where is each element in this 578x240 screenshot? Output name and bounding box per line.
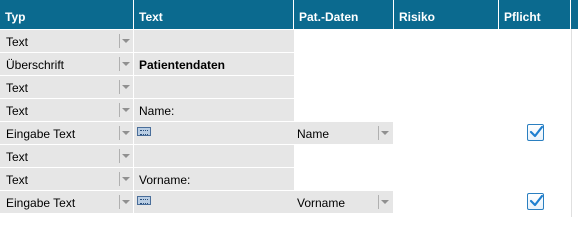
text-value: Vorname: xyxy=(139,173,191,187)
dropdown-separator xyxy=(119,80,120,94)
typ-dropdown[interactable]: Text xyxy=(0,30,133,52)
table-row[interactable]: Text xyxy=(0,30,578,52)
form-fields-grid: Typ Text Pat.-Daten Risiko Pflicht Text Ü… xyxy=(0,0,578,217)
typ-value: Text xyxy=(6,104,29,118)
text-value: Name: xyxy=(139,104,175,118)
dropdown-separator xyxy=(119,34,120,48)
typ-dropdown[interactable]: Eingabe Text xyxy=(0,122,133,144)
chevron-down-icon[interactable] xyxy=(122,108,130,112)
text-cell[interactable] xyxy=(134,191,294,213)
checkmark-icon xyxy=(529,125,544,138)
chevron-down-icon[interactable] xyxy=(122,154,130,158)
pflicht-checkbox[interactable] xyxy=(527,124,544,141)
keyboard-icon xyxy=(137,127,151,136)
chevron-down-icon[interactable] xyxy=(122,200,130,204)
column-header-text-label: Text xyxy=(139,10,163,24)
text-cell[interactable]: Name: xyxy=(134,99,294,121)
column-header-text[interactable]: Text xyxy=(134,0,294,29)
column-header-pat-daten-label: Pat.-Daten xyxy=(299,10,359,24)
dropdown-separator xyxy=(119,172,120,186)
typ-dropdown[interactable]: Eingabe Text xyxy=(0,191,133,213)
table-row[interactable]: Eingabe Text Name xyxy=(0,122,578,144)
text-cell[interactable] xyxy=(134,76,294,98)
chevron-down-icon[interactable] xyxy=(122,85,130,89)
column-header-pat-daten[interactable]: Pat.-Daten xyxy=(294,0,394,29)
column-header-typ-label: Typ xyxy=(5,10,26,24)
column-header-extra xyxy=(571,0,578,29)
typ-dropdown[interactable]: Text xyxy=(0,168,133,190)
checkmark-icon xyxy=(529,194,544,207)
typ-dropdown[interactable]: Text xyxy=(0,76,133,98)
keyboard-icon xyxy=(137,196,151,205)
typ-value: Text xyxy=(6,173,29,187)
text-cell[interactable] xyxy=(134,122,294,144)
column-header-risiko-label: Risiko xyxy=(399,10,436,24)
table-row[interactable]: Text Vorname: xyxy=(0,168,578,190)
text-cell[interactable] xyxy=(134,30,294,52)
dropdown-separator xyxy=(119,149,120,163)
table-row[interactable]: Überschrift Patientendaten xyxy=(0,53,578,75)
pat-daten-field[interactable]: Name xyxy=(294,122,393,144)
pat-daten-value: Vorname xyxy=(297,196,346,210)
pflicht-checkbox[interactable] xyxy=(527,193,544,210)
pat-daten-dropdown[interactable]: Vorname xyxy=(294,191,394,213)
text-cell[interactable]: Patientendaten xyxy=(134,53,294,75)
dropdown-separator xyxy=(378,126,379,140)
dropdown-separator xyxy=(378,195,379,209)
typ-value: Text xyxy=(6,35,29,49)
chevron-down-icon[interactable] xyxy=(381,131,389,135)
typ-dropdown[interactable]: Text xyxy=(0,99,133,121)
text-cell[interactable]: Vorname: xyxy=(134,168,294,190)
chevron-down-icon[interactable] xyxy=(122,131,130,135)
grid-header: Typ Text Pat.-Daten Risiko Pflicht xyxy=(0,0,578,29)
dropdown-separator xyxy=(119,57,120,71)
dropdown-separator xyxy=(119,126,120,140)
typ-value: Überschrift xyxy=(6,58,65,72)
typ-value: Eingabe Text xyxy=(6,127,76,141)
table-row[interactable]: Text xyxy=(0,76,578,98)
dropdown-separator xyxy=(119,103,120,117)
column-header-typ[interactable]: Typ xyxy=(0,0,134,29)
chevron-down-icon[interactable] xyxy=(381,200,389,204)
pat-daten-field[interactable]: Vorname xyxy=(294,191,393,213)
table-row[interactable]: Text Name: xyxy=(0,99,578,121)
column-header-pflicht-label: Pflicht xyxy=(504,10,541,24)
typ-value: Eingabe Text xyxy=(6,196,76,210)
typ-dropdown[interactable]: Text xyxy=(0,145,133,167)
text-value: Patientendaten xyxy=(139,58,226,72)
text-cell[interactable] xyxy=(134,145,294,167)
chevron-down-icon[interactable] xyxy=(122,177,130,181)
chevron-down-icon[interactable] xyxy=(122,39,130,43)
chevron-down-icon[interactable] xyxy=(122,62,130,66)
pat-daten-dropdown[interactable]: Name xyxy=(294,122,394,144)
column-header-risiko[interactable]: Risiko xyxy=(394,0,499,29)
column-header-pflicht[interactable]: Pflicht xyxy=(499,0,571,29)
typ-value: Text xyxy=(6,81,29,95)
typ-value: Text xyxy=(6,150,29,164)
pat-daten-value: Name xyxy=(297,127,330,141)
dropdown-separator xyxy=(119,195,120,209)
table-row[interactable]: Eingabe Text Vorname xyxy=(0,191,578,213)
table-row[interactable]: Text xyxy=(0,145,578,167)
typ-dropdown[interactable]: Überschrift xyxy=(0,53,133,75)
